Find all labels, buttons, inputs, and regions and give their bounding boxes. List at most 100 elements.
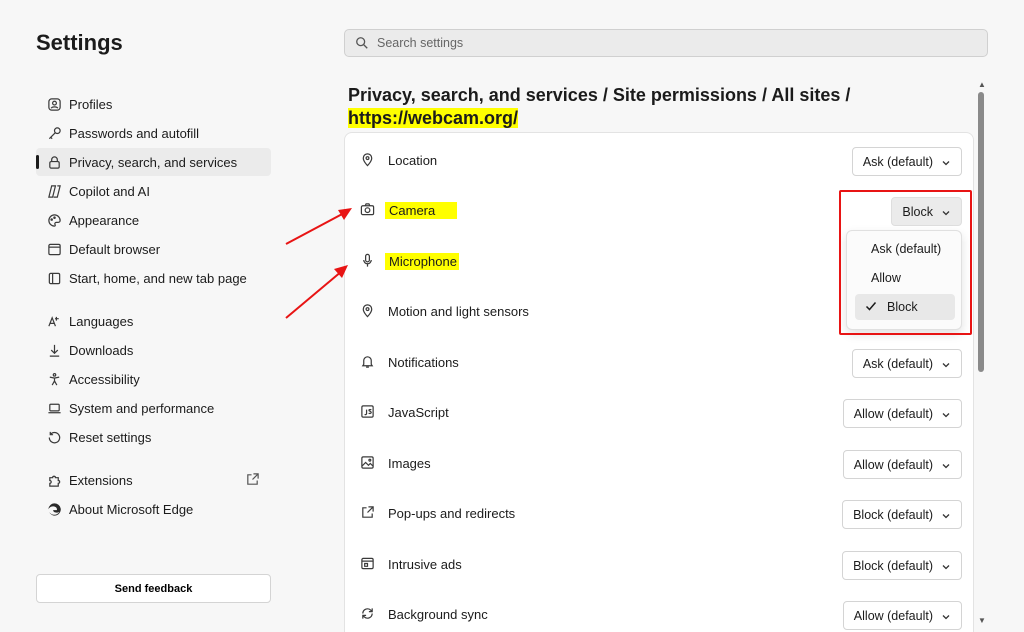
ads-icon	[360, 556, 376, 572]
sidebar-item-label: Languages	[69, 313, 134, 329]
edge-icon	[46, 501, 62, 517]
sidebar-item-system[interactable]: System and performance	[36, 394, 271, 422]
sidebar-item-start-home[interactable]: Start, home, and new tab page	[36, 264, 271, 292]
scrollbar[interactable]: ▲ ▼	[976, 80, 986, 632]
sync-icon	[360, 606, 376, 622]
sidebar-item-label: Start, home, and new tab page	[69, 270, 247, 286]
image-icon	[360, 455, 376, 471]
select-value: Ask (default)	[862, 154, 933, 169]
chevron-down-icon	[941, 460, 951, 470]
sidebar-item-label: System and performance	[69, 400, 215, 416]
sidebar-item-label: Extensions	[69, 472, 133, 488]
popup-icon	[360, 505, 376, 521]
lock-icon	[46, 154, 62, 170]
select-value: Ask (default)	[862, 356, 933, 371]
home-icon	[46, 270, 62, 286]
permission-row-popups: Pop-ups and redirects Block (default)	[360, 498, 970, 529]
sidebar-item-label: Appearance	[69, 212, 140, 228]
chevron-down-icon	[941, 359, 951, 369]
permission-label: JavaScript	[388, 404, 449, 420]
sidebar-item-appearance[interactable]: Appearance	[36, 206, 271, 234]
select-value: Allow (default)	[853, 457, 933, 472]
sidebar: Settings Profiles Passwords and autofill…	[0, 0, 290, 632]
permission-label: Notifications	[388, 354, 459, 370]
sidebar-item-accessibility[interactable]: Accessibility	[36, 365, 271, 393]
javascript-icon	[360, 404, 376, 420]
browser-icon	[46, 241, 62, 257]
sidebar-item-label: Reset settings	[69, 429, 152, 445]
camera-icon	[360, 202, 376, 218]
sidebar-item-reset[interactable]: Reset settings	[36, 423, 271, 451]
select-value: Block (default)	[853, 558, 933, 573]
sidebar-item-default-browser[interactable]: Default browser	[36, 235, 271, 263]
permission-row-background-sync: Background sync Allow (default)	[360, 599, 970, 630]
sidebar-item-privacy[interactable]: Privacy, search, and services	[36, 148, 271, 176]
sensor-icon	[360, 303, 376, 319]
chevron-down-icon	[941, 409, 951, 419]
sidebar-item-languages[interactable]: Languages	[36, 307, 271, 335]
breadcrumb-all-sites[interactable]: All sites	[771, 85, 840, 105]
sidebar-item-label: Default browser	[69, 241, 161, 257]
breadcrumb-separator: /	[761, 85, 767, 105]
annotation-arrow-microphone	[285, 265, 348, 319]
background-sync-select[interactable]: Allow (default)	[842, 601, 962, 630]
sidebar-item-label: About Microsoft Edge	[69, 501, 194, 517]
chevron-down-icon	[941, 561, 951, 571]
permission-label: Intrusive ads	[388, 556, 462, 572]
permission-label: Background sync	[388, 606, 488, 622]
copilot-icon	[46, 183, 62, 199]
permission-label: Microphone	[385, 252, 459, 270]
intrusive-ads-select[interactable]: Block (default)	[842, 551, 962, 580]
search-icon	[356, 37, 368, 49]
sidebar-item-label: Downloads	[69, 342, 134, 358]
external-link-icon[interactable]	[245, 472, 261, 488]
images-select[interactable]: Allow (default)	[842, 450, 962, 479]
permission-row-javascript: JavaScript Allow (default)	[360, 397, 970, 428]
breadcrumb-privacy[interactable]: Privacy, search, and services	[348, 85, 598, 105]
search-input[interactable]	[377, 36, 937, 50]
sidebar-item-label: Passwords and autofill	[69, 125, 200, 141]
scroll-up-arrow-icon[interactable]: ▲	[978, 80, 986, 89]
permission-label: Motion and light sensors	[388, 303, 529, 319]
scroll-thumb[interactable]	[978, 92, 984, 372]
annotation-highlight-box	[839, 190, 972, 335]
popups-select[interactable]: Block (default)	[842, 500, 962, 529]
select-value: Allow (default)	[853, 406, 933, 421]
select-value: Block (default)	[853, 507, 933, 522]
chevron-down-icon	[941, 157, 951, 167]
permission-label: Camera	[385, 201, 458, 219]
laptop-icon	[46, 400, 62, 416]
sidebar-item-extensions[interactable]: Extensions	[36, 466, 271, 494]
bell-icon	[360, 354, 376, 370]
sidebar-item-label: Accessibility	[69, 371, 140, 387]
notifications-select[interactable]: Ask (default)	[851, 349, 962, 378]
location-icon	[360, 152, 376, 168]
profile-icon	[46, 96, 62, 112]
page-title: Settings	[36, 30, 123, 55]
sidebar-item-label: Privacy, search, and services	[69, 154, 238, 170]
permission-row-intrusive-ads: Intrusive ads Block (default)	[360, 549, 970, 580]
scroll-down-arrow-icon[interactable]: ▼	[978, 616, 986, 625]
breadcrumb-site-permissions[interactable]: Site permissions	[613, 85, 757, 105]
breadcrumb-separator: /	[602, 85, 608, 105]
breadcrumb-site-url: https://webcam.org/	[348, 108, 519, 128]
sidebar-item-passwords[interactable]: Passwords and autofill	[36, 119, 271, 147]
sidebar-item-copilot[interactable]: Copilot and AI	[36, 177, 271, 205]
sidebar-item-profiles[interactable]: Profiles	[36, 90, 271, 118]
permission-label: Location	[388, 152, 438, 168]
search-box[interactable]	[344, 29, 988, 57]
javascript-select[interactable]: Allow (default)	[842, 399, 962, 428]
sidebar-item-about[interactable]: About Microsoft Edge	[36, 495, 271, 523]
permission-label: Pop-ups and redirects	[388, 505, 516, 521]
puzzle-icon	[46, 472, 62, 488]
permission-row-location: Location Ask (default)	[360, 145, 970, 176]
accessibility-icon	[46, 371, 62, 387]
permission-row-notifications: Notifications Ask (default)	[360, 347, 970, 378]
permission-row-images: Images Allow (default)	[360, 448, 970, 479]
palette-icon	[46, 212, 62, 228]
chevron-down-icon	[941, 510, 951, 520]
permission-label: Images	[388, 455, 431, 471]
location-select[interactable]: Ask (default)	[851, 147, 962, 176]
sidebar-item-downloads[interactable]: Downloads	[36, 336, 271, 364]
send-feedback-button[interactable]: Send feedback	[36, 574, 271, 603]
